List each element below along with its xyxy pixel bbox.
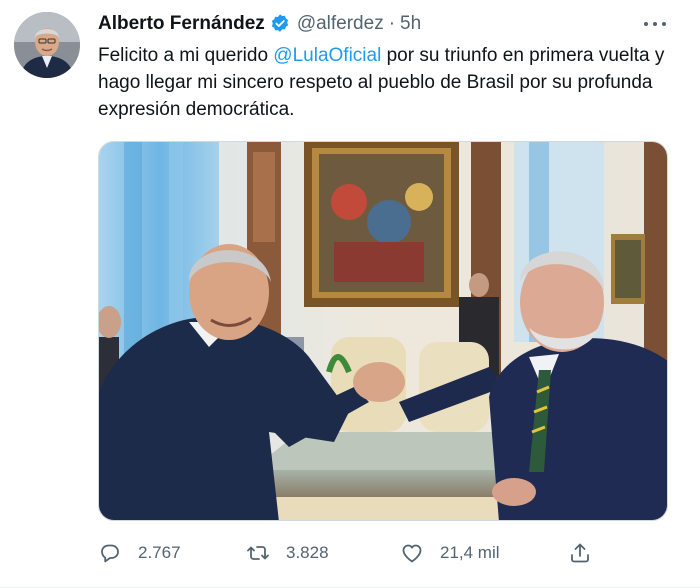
tweet-header: Alberto Fernández @alferdez · 5h xyxy=(98,12,421,36)
author-display-name[interactable]: Alberto Fernández xyxy=(98,13,265,35)
tweet-photo[interactable] xyxy=(98,141,668,521)
heart-icon xyxy=(402,544,422,563)
tweet-card[interactable]: Alberto Fernández @alferdez · 5h Felicit… xyxy=(0,0,700,588)
retweet-count: 3.828 xyxy=(286,543,329,562)
reply-icon xyxy=(101,544,119,563)
like-button[interactable]: 21,4 mil xyxy=(400,536,500,570)
mention-link[interactable]: @LulaOficial xyxy=(273,45,381,66)
more-options-icon[interactable] xyxy=(640,14,670,34)
tweet-actions: 2.767 3.828 21,4 mil xyxy=(98,536,598,570)
author-avatar[interactable] xyxy=(14,12,80,78)
header-separator: · xyxy=(388,13,396,34)
tweet-text: Felicito a mi querido @LulaOficial por s… xyxy=(98,42,678,123)
share-button[interactable] xyxy=(568,536,592,570)
tweet-timestamp[interactable]: 5h xyxy=(400,13,421,35)
like-count: 21,4 mil xyxy=(440,543,500,562)
verified-badge-icon xyxy=(269,13,291,35)
retweet-button[interactable]: 3.828 xyxy=(246,536,329,570)
tweet-text-before: Felicito a mi querido xyxy=(98,45,274,66)
retweet-icon xyxy=(247,546,269,560)
share-icon xyxy=(571,543,589,563)
author-handle[interactable]: @alferdez xyxy=(297,13,384,35)
reply-button[interactable]: 2.767 xyxy=(98,536,181,570)
reply-count: 2.767 xyxy=(138,543,181,562)
